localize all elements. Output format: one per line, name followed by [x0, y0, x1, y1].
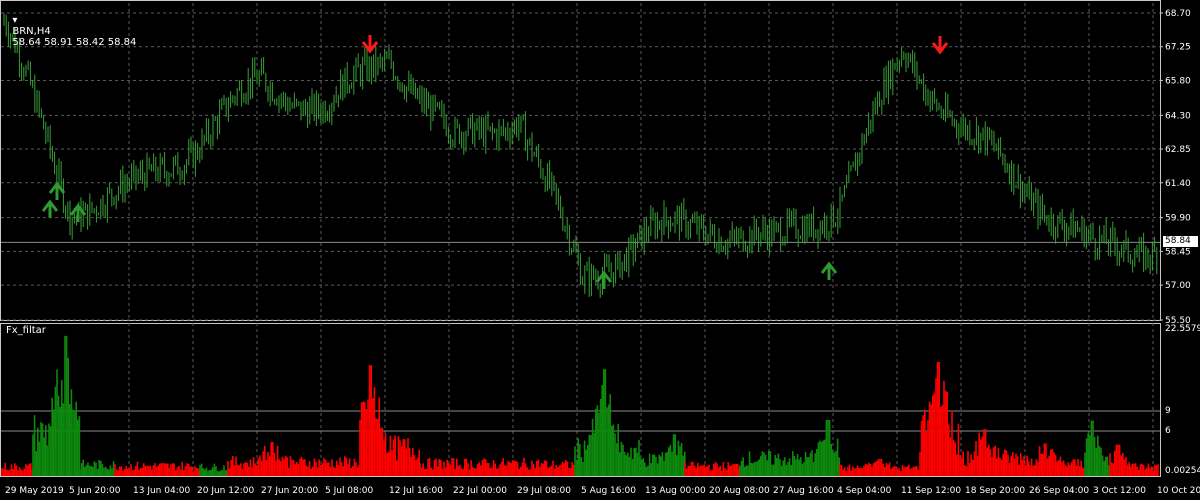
time-axis-label: 26 Sep 04:00 [1029, 486, 1089, 496]
time-axis-label: 13 Aug 00:00 [645, 486, 706, 496]
time-axis-label: 22 Jul 00:00 [453, 486, 507, 496]
price-candles [3, 13, 1158, 299]
up-arrow-icon [41, 199, 59, 218]
indicator-axis-label: 6 [1165, 426, 1171, 436]
indicator-axis-label: 22.5579 [1165, 324, 1200, 334]
time-axis-label: 5 Jun 20:00 [69, 486, 121, 496]
ohlc-values: 58.64 58.91 58.42 58.84 [12, 37, 137, 48]
price-axis-label: 58.45 [1165, 247, 1191, 257]
time-axis-label: 13 Jun 04:00 [133, 486, 190, 496]
down-arrow-icon [931, 36, 949, 55]
time-axis-label: 29 Jul 08:00 [517, 486, 571, 496]
indicator-label: Fx_filtar [6, 325, 46, 336]
time-axis-label: 27 Aug 16:00 [773, 486, 834, 496]
time-axis-label: 12 Jul 16:00 [389, 486, 443, 496]
price-axis-label: 67.25 [1165, 43, 1191, 53]
price-axis-label: 64.30 [1165, 111, 1191, 121]
indicator-histogram [1, 335, 1159, 476]
indicator-axis-label: 0.00254 [1165, 466, 1200, 476]
time-axis-label: 29 May 2019 [5, 486, 64, 496]
time-axis-label: 20 Jun 12:00 [197, 486, 254, 496]
up-arrow-icon [48, 181, 66, 200]
up-arrow-icon [820, 261, 838, 280]
price-axis-label: 57.00 [1165, 281, 1191, 291]
time-axis-label: 4 Sep 04:00 [837, 486, 892, 496]
price-axis-label: 68.70 [1165, 9, 1191, 19]
price-axis-label: 65.80 [1165, 76, 1191, 86]
current-price-tag: 58.84 [1163, 236, 1198, 247]
indicator-axis-label: 9 [1165, 406, 1171, 416]
menu-triangle-icon[interactable]: ▾ [12, 15, 17, 26]
time-axis-label: 20 Aug 08:00 [709, 486, 770, 496]
grid [0, 0, 1161, 477]
price-axis-label: 61.40 [1165, 179, 1191, 189]
price-axis-label: 59.90 [1165, 214, 1191, 224]
time-axis-label: 18 Sep 20:00 [965, 486, 1025, 496]
time-axis-label: 11 Sep 12:00 [901, 486, 961, 496]
time-axis-label: 5 Aug 16:00 [581, 486, 636, 496]
price-axis-label: 62.85 [1165, 145, 1191, 155]
symbol-label: BRN,H4 [12, 26, 51, 37]
time-axis-label: 10 Oct 20:00 [1157, 486, 1200, 496]
chart-header[interactable]: ▾ BRN,H4 58.64 58.91 58.42 58.84 [6, 4, 136, 48]
time-axis-label: 5 Jul 08:00 [325, 486, 374, 496]
time-axis-label: 3 Oct 12:00 [1093, 486, 1146, 496]
up-arrow-icon [595, 270, 613, 289]
chart-area[interactable]: 68.70 67.25 65.80 64.30 62.85 61.40 59.90 58.45… [0, 0, 1200, 500]
time-axis-label: 27 Jun 20:00 [261, 486, 318, 496]
